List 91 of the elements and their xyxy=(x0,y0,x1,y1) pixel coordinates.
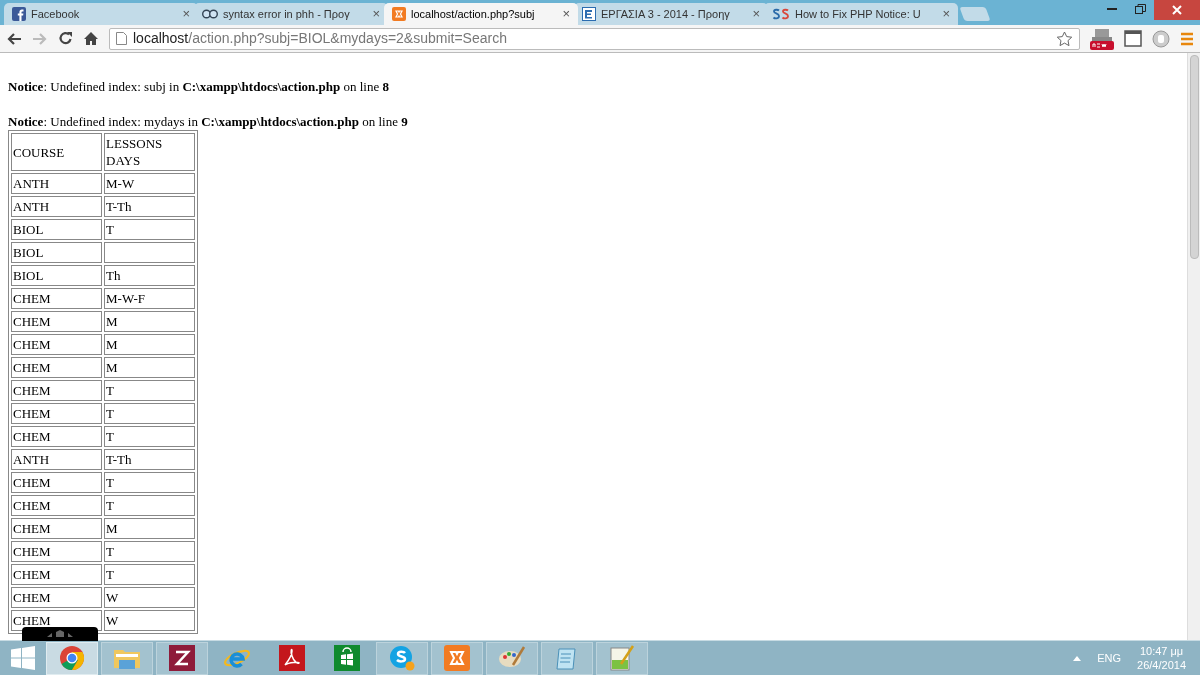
header-cell: COURSE xyxy=(11,133,102,171)
window-icon[interactable] xyxy=(1124,30,1142,47)
close-button[interactable] xyxy=(1154,0,1200,20)
tab-title: How to Fix PHP Notice: U xyxy=(795,6,922,22)
table-cell: T-Th xyxy=(104,196,195,217)
back-icon[interactable] xyxy=(6,31,22,46)
clock-time: 10:47 μμ xyxy=(1139,644,1184,658)
table-cell: ANTH xyxy=(11,449,102,470)
thumbnail-icon xyxy=(45,629,75,639)
table-cell: W xyxy=(104,610,195,631)
table-cell: T xyxy=(104,472,195,493)
hand-stop-icon[interactable] xyxy=(1152,29,1170,48)
address-bar[interactable]: localhost/action.php?subj=BIOL&mydays=2&submit=Search xyxy=(109,27,1080,50)
table-cell: T xyxy=(104,495,195,516)
document-icon xyxy=(582,7,596,21)
menu-icon[interactable] xyxy=(1180,31,1194,46)
table-cell: ANTH xyxy=(11,173,102,194)
table-cell: M xyxy=(104,357,195,378)
goggles-icon xyxy=(202,9,218,19)
tab-title: Facebook xyxy=(31,6,81,22)
table-cell: CHEM xyxy=(11,495,102,516)
table-cell: CHEM xyxy=(11,311,102,332)
tray-arrow-icon[interactable] xyxy=(1073,655,1082,661)
table-cell: M xyxy=(104,518,195,539)
restore-icon[interactable] xyxy=(1135,4,1146,14)
scrollbar-thumb[interactable] xyxy=(1189,55,1199,259)
skype-icon xyxy=(388,644,416,672)
table-cell: CHEM xyxy=(11,518,102,539)
acrobat-icon xyxy=(279,645,305,671)
chrome-icon xyxy=(59,645,85,671)
table-cell: M-W xyxy=(104,173,195,194)
tab-close-button[interactable]: × xyxy=(562,4,570,24)
table-cell: T xyxy=(104,380,195,401)
table-cell: CHEM xyxy=(11,426,102,447)
table-cell: BIOL xyxy=(11,265,102,286)
tab-title: syntax error in phh - Προγ xyxy=(223,6,351,22)
php-notice: Notice: Undefined index: mydays in C:\xampp\htdocs\action.php on line 9 xyxy=(8,114,409,129)
facebook-icon xyxy=(12,7,26,21)
browser-tab[interactable]: How to Fix PHP Notice: U × xyxy=(764,3,958,25)
table-cell: CHEM xyxy=(11,472,102,493)
browser-tab[interactable]: localhost/action.php?subj × xyxy=(384,3,578,25)
tab-close-button[interactable]: × xyxy=(752,4,760,24)
clock-date: 26/4/2014 xyxy=(1137,658,1186,672)
url-text: localhost/action.php?subj=BIOL&mydays=2&submit=Search xyxy=(133,29,508,48)
forward-icon[interactable] xyxy=(32,31,48,46)
tab-close-button[interactable]: × xyxy=(942,4,950,24)
reload-icon[interactable] xyxy=(58,31,73,46)
table-cell: M xyxy=(104,334,195,355)
header-cell: LESSONS DAYS xyxy=(104,133,195,171)
table-cell: CHEM xyxy=(11,541,102,562)
zend-icon xyxy=(169,645,195,671)
table-cell: M xyxy=(104,311,195,332)
table-cell: CHEM xyxy=(11,288,102,309)
tab-close-button[interactable]: × xyxy=(372,4,380,24)
table-cell: M-W-F xyxy=(104,288,195,309)
xampp-icon xyxy=(444,645,470,671)
php-notice: Notice: Undefined index: subj in C:\xampp\htdocs\action.php on line 8 xyxy=(8,79,390,94)
table-cell: CHEM xyxy=(11,357,102,378)
store-icon xyxy=(334,645,360,671)
table-cell: ANTH xyxy=(11,196,102,217)
table-cell: CHEM xyxy=(11,403,102,424)
scrollbar[interactable] xyxy=(1187,53,1200,640)
table-cell: T xyxy=(104,541,195,562)
taskbar-app[interactable] xyxy=(156,641,208,675)
table-cell: T-Th xyxy=(104,449,195,470)
table-cell: CHEM xyxy=(11,334,102,355)
new-tab-button[interactable] xyxy=(959,7,991,21)
home-icon[interactable] xyxy=(83,31,99,46)
table-cell: T xyxy=(104,403,195,424)
windows-start-icon[interactable] xyxy=(11,646,35,670)
table-cell: Th xyxy=(104,265,195,286)
table-cell: CHEM xyxy=(11,380,102,401)
download-extension-icon[interactable] xyxy=(1090,27,1114,50)
table-cell: T xyxy=(104,426,195,447)
close-icon xyxy=(1172,5,1182,15)
table-cell: T xyxy=(104,564,195,585)
minimize-icon[interactable] xyxy=(1107,8,1117,11)
ss-logo-icon xyxy=(772,8,790,20)
tab-close-button[interactable]: × xyxy=(182,4,190,24)
page-icon xyxy=(116,32,127,45)
xampp-icon xyxy=(392,7,406,21)
table-cell: BIOL xyxy=(11,219,102,240)
notepad-plus-icon xyxy=(609,644,635,672)
tab-title: ΕΡΓΑΣΙΑ 3 - 2014 - Προηγ xyxy=(601,6,731,22)
table-cell: T xyxy=(104,219,195,240)
star-icon[interactable] xyxy=(1056,30,1073,47)
table-cell: CHEM xyxy=(11,564,102,585)
tab-title: localhost/action.php?subj xyxy=(411,6,536,22)
table-cell: W xyxy=(104,587,195,608)
table-cell: BIOL xyxy=(11,242,102,263)
table-cell: CHEM xyxy=(11,587,102,608)
